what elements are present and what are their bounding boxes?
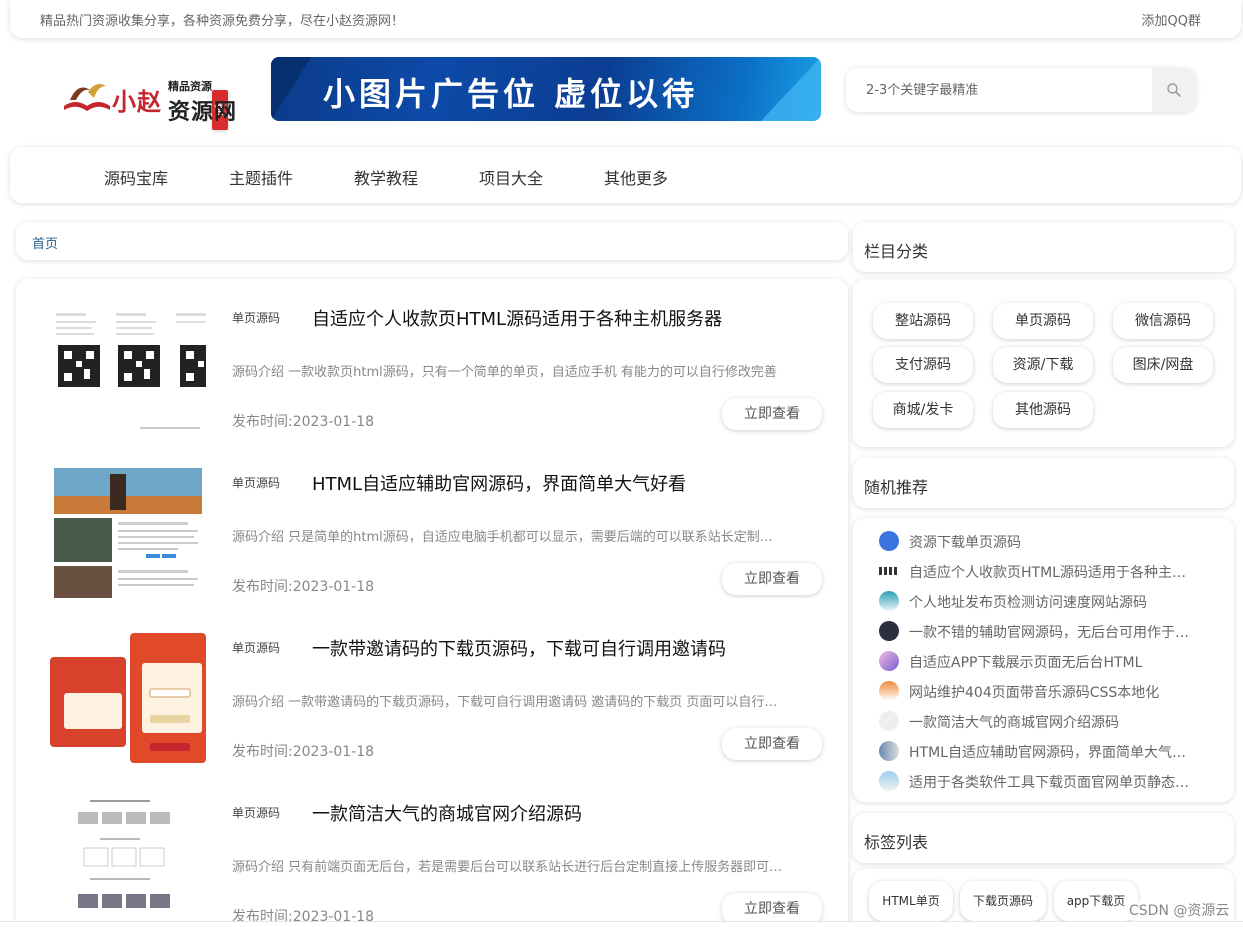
- add-qq-group-link[interactable]: 添加QQ群: [1142, 10, 1201, 29]
- nav-item-tutorials[interactable]: 教学教程: [354, 165, 418, 189]
- post-description: 源码介绍 一款收款页html源码，只有一个简单的单页，自适应手机 有能力的可以自…: [232, 365, 777, 380]
- random-item[interactable]: 适用于各类软件工具下载页面官网单页静态源码: [879, 770, 1199, 792]
- list-item: 单页源码 一款简洁大气的商城官网介绍源码 源码介绍 只有前端页面无后台，若是需要…: [16, 774, 848, 927]
- category-button[interactable]: 支付源码: [873, 347, 973, 383]
- bottom-edge: [0, 921, 1243, 927]
- post-thumbnail[interactable]: [50, 798, 206, 927]
- site-logo[interactable]: 精品资源官方 小赵 资源网: [60, 68, 245, 157]
- thumb-icon: [879, 681, 899, 701]
- book-logo-icon: [64, 84, 110, 111]
- post-date: 发布时间:2023-01-18: [232, 414, 375, 430]
- logo-subtitle: 精品资源官方: [168, 78, 229, 157]
- random-item[interactable]: 网站维护404页面带音乐源码CSS本地化: [879, 680, 1199, 702]
- globe-icon: [879, 531, 899, 551]
- post-category[interactable]: 单页源码: [232, 309, 280, 326]
- main-nav: 源码宝库 主题插件 教学教程 项目大全 其他更多: [10, 147, 1241, 203]
- search-input[interactable]: [846, 68, 1152, 112]
- tags-header: 标签列表: [853, 813, 1234, 863]
- nav-item-projects[interactable]: 项目大全: [479, 165, 543, 189]
- random-item[interactable]: 个人地址发布页检测访问速度网站源码: [879, 590, 1199, 612]
- post-date: 发布时间:2023-01-18: [232, 579, 375, 595]
- post-thumbnail[interactable]: [50, 468, 206, 598]
- thumb-icon: [879, 651, 899, 671]
- search-button[interactable]: [1152, 68, 1196, 112]
- nav-item-themes-plugins[interactable]: 主题插件: [229, 165, 293, 189]
- post-thumbnail[interactable]: [50, 303, 206, 433]
- view-now-button[interactable]: 立即查看: [722, 728, 822, 760]
- thumb-icon: [879, 771, 899, 791]
- thumb-icon: [879, 711, 899, 731]
- random-item[interactable]: 资源下载单页源码: [879, 530, 1199, 552]
- random-item[interactable]: 自适应个人收款页HTML源码适用于各种主机服务器: [879, 560, 1199, 582]
- qr-thumb-icon: [879, 561, 899, 581]
- post-date: 发布时间:2023-01-18: [232, 744, 375, 760]
- random-item[interactable]: 一款简洁大气的商城官网介绍源码: [879, 710, 1199, 732]
- post-list: 单页源码 自适应个人收款页HTML源码适用于各种主机服务器 源码介绍 一款收款页…: [16, 279, 848, 927]
- category-button[interactable]: 资源/下载: [993, 347, 1093, 383]
- thumb-icon: [879, 741, 899, 761]
- category-button[interactable]: 整站源码: [873, 303, 973, 339]
- search-box: [846, 68, 1196, 112]
- category-button[interactable]: 单页源码: [993, 303, 1093, 339]
- random-panel: 资源下载单页源码 自适应个人收款页HTML源码适用于各种主机服务器 个人地址发布…: [853, 518, 1234, 802]
- tag-button[interactable]: HTML单页: [869, 881, 953, 921]
- categories-header: 栏目分类: [853, 222, 1234, 272]
- post-title[interactable]: 自适应个人收款页HTML源码适用于各种主机服务器: [312, 305, 722, 331]
- post-description: 源码介绍 只是简单的html源码，自适应电脑手机都可以显示，需要后端的可以联系站…: [232, 530, 784, 545]
- breadcrumb-home-link[interactable]: 首页: [32, 233, 58, 252]
- search-icon: [1167, 83, 1181, 97]
- list-item: 单页源码 一款带邀请码的下载页源码，下载可自行调用邀请码 源码介绍 一款带邀请码…: [16, 609, 848, 774]
- post-thumbnail[interactable]: [50, 633, 206, 763]
- list-item: 单页源码 HTML自适应辅助官网源码，界面简单大气好看 源码介绍 只是简单的ht…: [16, 444, 848, 609]
- post-category[interactable]: 单页源码: [232, 474, 280, 491]
- category-button[interactable]: 图床/网盘: [1113, 347, 1213, 383]
- post-description: 源码介绍 一款带邀请码的下载页源码，下载可自行调用邀请码 邀请码的下载页 页面可…: [232, 695, 784, 710]
- category-button[interactable]: 商城/发卡: [873, 392, 973, 428]
- thumb-icon: [879, 591, 899, 611]
- thumb-icon: [879, 621, 899, 641]
- post-title[interactable]: 一款带邀请码的下载页源码，下载可自行调用邀请码: [312, 635, 726, 661]
- watermark: CSDN @资源云: [1129, 900, 1230, 920]
- category-button[interactable]: 微信源码: [1113, 303, 1213, 339]
- ad-banner-text: 小图片广告位 虚位以待: [323, 75, 699, 113]
- random-header: 随机推荐: [853, 458, 1234, 508]
- category-button[interactable]: 其他源码: [993, 392, 1093, 428]
- logo-brand-black: 资源网: [168, 100, 238, 125]
- categories-title: 栏目分类: [864, 242, 929, 261]
- random-item[interactable]: 一款不错的辅助官网源码，无后台可用作于各种辅助官网: [879, 620, 1199, 642]
- view-now-button[interactable]: 立即查看: [722, 563, 822, 595]
- post-category[interactable]: 单页源码: [232, 639, 280, 656]
- nav-item-more[interactable]: 其他更多: [604, 165, 668, 189]
- tag-button[interactable]: 下载页源码: [960, 881, 1046, 921]
- site-slogan: 精品热门资源收集分享，各种资源免费分享，尽在小赵资源网！: [40, 14, 405, 29]
- view-now-button[interactable]: 立即查看: [722, 398, 822, 430]
- post-category[interactable]: 单页源码: [232, 804, 280, 821]
- ad-banner[interactable]: 小图片广告位 虚位以待: [271, 57, 821, 121]
- breadcrumb: 首页: [16, 222, 848, 260]
- random-item[interactable]: 自适应APP下载展示页面无后台HTML: [879, 650, 1199, 672]
- post-title[interactable]: 一款简洁大气的商城官网介绍源码: [312, 800, 582, 826]
- nav-item-source-library[interactable]: 源码宝库: [104, 165, 168, 189]
- tag-button[interactable]: app下载页: [1054, 881, 1138, 921]
- post-title[interactable]: HTML自适应辅助官网源码，界面简单大气好看: [312, 470, 686, 496]
- random-item[interactable]: HTML自适应辅助官网源码，界面简单大气好看: [879, 740, 1199, 762]
- post-description: 源码介绍 只有前端页面无后台，若是需要后台可以联系站长进行后台定制直接上传服务器…: [232, 860, 784, 875]
- categories-panel: 整站源码 单页源码 微信源码 支付源码 资源/下载 图床/网盘 商城/发卡 其他…: [853, 279, 1234, 447]
- top-bar: 精品热门资源收集分享，各种资源免费分享，尽在小赵资源网！ 添加QQ群: [10, 0, 1241, 38]
- tags-title: 标签列表: [864, 833, 929, 852]
- logo-brand-red: 小赵: [112, 88, 162, 116]
- list-item: 单页源码 自适应个人收款页HTML源码适用于各种主机服务器 源码介绍 一款收款页…: [16, 279, 848, 444]
- random-title: 随机推荐: [864, 478, 929, 497]
